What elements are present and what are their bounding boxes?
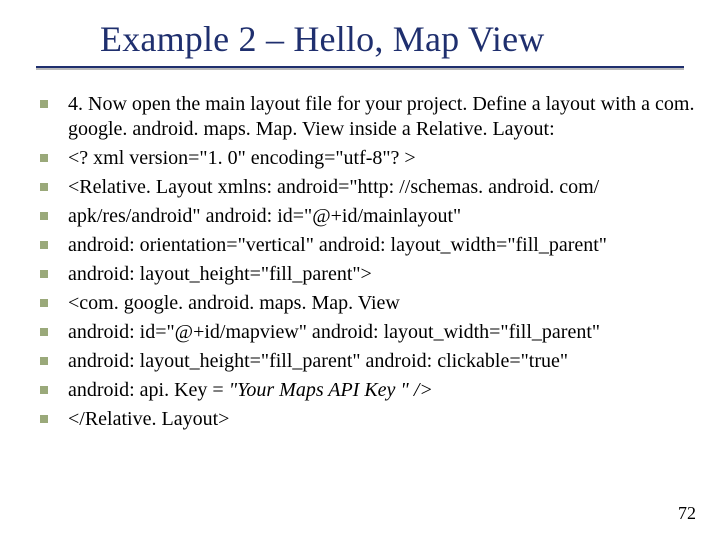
item-text: <Relative. Layout xmlns: android="http: … (68, 175, 599, 200)
list-item: <? xml version="1. 0" encoding="utf-8"? … (36, 146, 696, 171)
item-text: <com. google. android. maps. Map. View (68, 291, 400, 316)
item-text: </Relative. Layout> (68, 407, 229, 432)
slide: Example 2 – Hello, Map View 4. Now open … (0, 0, 720, 540)
page-number: 72 (678, 503, 696, 524)
bullet-icon (40, 357, 48, 365)
item-text: android: layout_height="fill_parent" and… (68, 349, 568, 374)
item-text: android: id="@+id/mapview" android: layo… (68, 320, 600, 345)
list-item: <com. google. android. maps. Map. View (36, 291, 696, 316)
list-item: android: layout_height="fill_parent" and… (36, 349, 696, 374)
bullet-icon (40, 386, 48, 394)
list-item: </Relative. Layout> (36, 407, 696, 432)
bullet-icon (40, 212, 48, 220)
list-item: android: orientation="vertical" android:… (36, 233, 696, 258)
content-area: 4. Now open the main layout file for you… (36, 92, 696, 436)
list-item: <Relative. Layout xmlns: android="http: … (36, 175, 696, 200)
item-text: android: api. Key = "Your Maps API Key "… (68, 378, 433, 403)
list-item: android: id="@+id/mapview" android: layo… (36, 320, 696, 345)
bullet-icon (40, 154, 48, 162)
list-item: android: api. Key = "Your Maps API Key "… (36, 378, 696, 403)
item-text-prefix: android: api. Key = (68, 379, 229, 401)
bullet-icon (40, 100, 48, 108)
list-item: android: layout_height="fill_parent"> (36, 262, 696, 287)
item-text: <? xml version="1. 0" encoding="utf-8"? … (68, 146, 416, 171)
item-text: 4. Now open the main layout file for you… (68, 92, 696, 142)
list-item: 4. Now open the main layout file for you… (36, 92, 696, 142)
bullet-icon (40, 328, 48, 336)
item-text: android: orientation="vertical" android:… (68, 233, 607, 258)
list-item: apk/res/android" android: id="@+id/mainl… (36, 204, 696, 229)
item-text: android: layout_height="fill_parent"> (68, 262, 372, 287)
bullet-icon (40, 270, 48, 278)
bullet-icon (40, 183, 48, 191)
slide-title: Example 2 – Hello, Map View (100, 18, 544, 60)
item-text-italic: "Your Maps API Key " /> (229, 379, 433, 401)
bullet-icon (40, 299, 48, 307)
bullet-icon (40, 241, 48, 249)
item-text: apk/res/android" android: id="@+id/mainl… (68, 204, 461, 229)
bullet-icon (40, 415, 48, 423)
title-underline-shadow (36, 68, 684, 70)
